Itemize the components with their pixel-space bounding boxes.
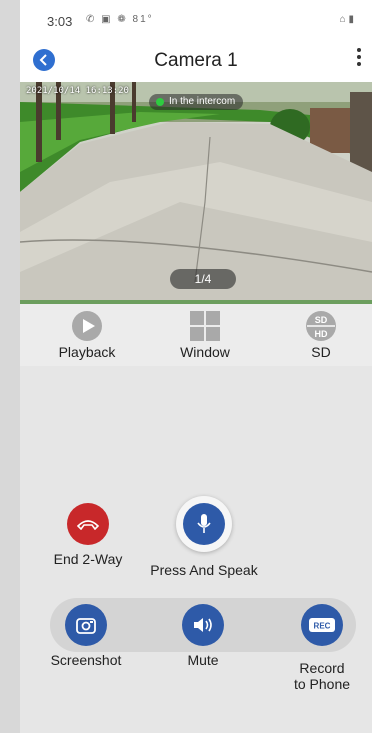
more-vertical-icon bbox=[357, 48, 361, 66]
microphone-button-face bbox=[183, 503, 225, 545]
status-time: 3:03 bbox=[47, 14, 73, 29]
app-header: Camera 1 bbox=[20, 40, 372, 82]
playback-button[interactable]: Playback bbox=[42, 304, 132, 360]
osd-timestamp: 2021/10/14 16:13:20 bbox=[26, 86, 129, 96]
record-to-phone-button[interactable]: REC bbox=[301, 604, 343, 646]
grid-window-icon bbox=[190, 311, 220, 341]
sd-label: SD bbox=[311, 344, 331, 360]
intercom-badge-label: In the intercom bbox=[169, 96, 236, 107]
intercom-controls: End 2-Way Press And Speak Screenshot Mut… bbox=[20, 366, 372, 733]
microphone-icon bbox=[197, 514, 211, 533]
sd-button[interactable]: SD HD SD bbox=[276, 304, 366, 360]
mute-button[interactable] bbox=[182, 604, 224, 646]
phone-screen: 3:03 ✆ ▣ ❁ 81° ⌂ ▮ Camera 1 2021/10/14 1… bbox=[20, 0, 372, 733]
svg-text:SD: SD bbox=[315, 315, 328, 325]
status-left-icons: ✆ ▣ ❁ 81° bbox=[86, 14, 154, 25]
status-right-icons: ⌂ ▮ bbox=[339, 14, 354, 25]
more-options-button[interactable] bbox=[356, 46, 362, 74]
camera-video-feed[interactable]: 2021/10/14 16:13:20 In the intercom 1/4 bbox=[20, 82, 372, 304]
intercom-status-badge: In the intercom bbox=[149, 94, 244, 110]
sd-hd-icon: SD HD bbox=[306, 311, 336, 341]
screenshot-label: Screenshot bbox=[50, 652, 122, 668]
mute-label: Mute bbox=[187, 652, 219, 668]
end-two-way-button[interactable] bbox=[67, 503, 109, 545]
rec-icon: REC bbox=[309, 618, 335, 632]
end-two-way-control: End 2-Way bbox=[48, 503, 128, 567]
svg-text:REC: REC bbox=[314, 622, 331, 631]
screenshot-control: Screenshot bbox=[46, 604, 126, 668]
screenshot-button[interactable] bbox=[65, 604, 107, 646]
window-button[interactable]: Window bbox=[160, 304, 250, 360]
live-dot-icon bbox=[156, 98, 164, 106]
press-and-speak-button[interactable] bbox=[176, 496, 232, 552]
record-to-phone-label: Record to Phone bbox=[293, 660, 351, 692]
record-control: REC Record to Phone bbox=[279, 604, 365, 692]
mute-control: Mute bbox=[163, 604, 243, 668]
end-two-way-label: End 2-Way bbox=[53, 551, 123, 567]
status-bar: 3:03 ✆ ▣ ❁ 81° ⌂ ▮ bbox=[20, 0, 372, 40]
svg-text:HD: HD bbox=[315, 329, 328, 339]
press-and-speak-label: Press And Speak bbox=[150, 562, 258, 578]
camera-icon bbox=[76, 618, 96, 634]
window-label: Window bbox=[180, 344, 230, 360]
speaker-icon bbox=[194, 618, 212, 632]
playback-label: Playback bbox=[58, 344, 116, 360]
hang-up-icon bbox=[77, 520, 99, 530]
page-title: Camera 1 bbox=[154, 50, 238, 71]
camera-toolbar: Playback Window SD HD SD bbox=[20, 304, 372, 366]
page-indicator[interactable]: 1/4 bbox=[170, 269, 236, 289]
play-circle-icon bbox=[72, 311, 102, 341]
press-and-speak-control: Press And Speak bbox=[144, 496, 264, 578]
